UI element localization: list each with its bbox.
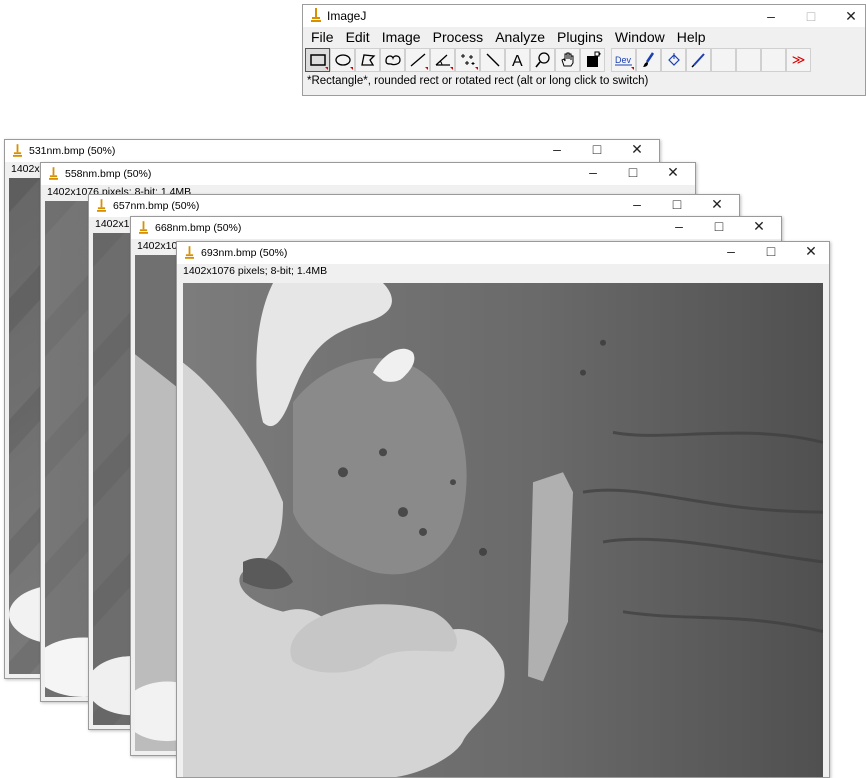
dropdown-marker (425, 67, 428, 70)
minimize-button[interactable]: – (627, 196, 647, 212)
color-picker-tool[interactable] (580, 48, 605, 72)
brush-tool[interactable] (636, 48, 661, 72)
imagej-main-window: ImageJ – □ ✕ File Edit Image Process Ana… (302, 4, 866, 96)
close-button[interactable]: ✕ (707, 196, 727, 213)
dropdown-marker (450, 67, 453, 70)
toolbar-empty-slot[interactable] (736, 48, 761, 72)
window-title: 693nm.bmp (50%) (201, 247, 288, 259)
freehand-tool[interactable] (380, 48, 405, 72)
menu-analyze[interactable]: Analyze (495, 29, 545, 45)
dropper-color-icon (586, 51, 601, 67)
menu-process[interactable]: Process (433, 29, 484, 45)
window-title: 558nm.bmp (50%) (65, 168, 152, 180)
zoom-tool[interactable] (530, 48, 555, 72)
more-tools-button[interactable]: ≫ (786, 48, 811, 72)
toolbar-empty-slot[interactable] (711, 48, 736, 72)
window-title: ImageJ (327, 9, 367, 23)
image-info: 1402x1076 pixels; 8-bit; 1.4MB (183, 265, 328, 277)
maximize-button[interactable]: □ (793, 5, 829, 27)
menu-plugins[interactable]: Plugins (557, 29, 603, 45)
menu-image[interactable]: Image (382, 29, 421, 45)
maximize-button[interactable]: □ (709, 218, 729, 234)
oval-tool[interactable] (330, 48, 355, 72)
polygon-icon (360, 54, 375, 66)
minimize-button[interactable]: – (721, 243, 741, 259)
hand-icon (560, 52, 573, 67)
image-info: 1402x (11, 163, 40, 175)
close-button[interactable]: ✕ (833, 5, 866, 27)
image-info: 1402x10 (137, 240, 178, 252)
maximize-button[interactable]: □ (587, 141, 607, 157)
imagej-logo-icon (49, 167, 58, 180)
menu-edit[interactable]: Edit (346, 29, 370, 45)
menu-help[interactable]: Help (677, 29, 706, 45)
text-icon: A (512, 53, 523, 69)
close-button[interactable]: ✕ (749, 218, 769, 235)
close-button[interactable]: ✕ (801, 243, 821, 260)
imagej-logo-icon (311, 8, 321, 22)
minimize-button[interactable]: – (547, 141, 567, 157)
svg-text:Dev: Dev (615, 55, 632, 65)
maximize-button[interactable]: □ (667, 196, 687, 212)
imagej-logo-icon (139, 221, 148, 234)
hand-tool[interactable] (555, 48, 580, 72)
imagej-logo-icon (13, 144, 22, 157)
window-title: 531nm.bmp (50%) (29, 145, 116, 157)
polygon-tool[interactable] (355, 48, 380, 72)
svg-text:A: A (512, 53, 523, 69)
toolbar: A Dev ≫ (303, 47, 865, 73)
window-title: 668nm.bmp (50%) (155, 222, 242, 234)
minimize-button[interactable]: – (669, 218, 689, 234)
window-title: 657nm.bmp (50%) (113, 200, 200, 212)
magnifier-icon (534, 52, 550, 68)
close-button[interactable]: ✕ (663, 164, 683, 181)
close-button[interactable]: ✕ (627, 141, 647, 158)
minimize-button[interactable]: – (753, 5, 789, 27)
dropdown-marker (350, 67, 353, 70)
image-content (183, 283, 823, 777)
imagej-logo-icon (97, 199, 106, 212)
line-tool[interactable] (405, 48, 430, 72)
wand-tool[interactable] (480, 48, 505, 72)
dropdown-marker (475, 67, 478, 70)
image-window-693nm[interactable]: 693nm.bmp (50%) – □ ✕ 1402x1076 pixels; … (176, 241, 830, 778)
pencil-icon (690, 53, 705, 68)
pencil-tool[interactable] (686, 48, 711, 72)
flood-fill-tool[interactable] (661, 48, 686, 72)
menu-file[interactable]: File (311, 29, 334, 45)
title-bar: 668nm.bmp (50%) – □ ✕ (131, 217, 781, 239)
dev-tool[interactable]: Dev (611, 48, 636, 72)
paintbrush-icon (642, 52, 654, 67)
menu-bar: File Edit Image Process Analyze Plugins … (303, 27, 865, 47)
toolbar-empty-slot[interactable] (761, 48, 786, 72)
title-bar: ImageJ – □ ✕ (303, 5, 865, 27)
title-bar: 531nm.bmp (50%) – □ ✕ (5, 140, 659, 162)
bucket-icon (667, 53, 680, 66)
text-tool[interactable]: A (505, 48, 530, 72)
dropdown-marker (631, 67, 634, 70)
maximize-button[interactable]: □ (761, 243, 781, 259)
image-canvas[interactable] (183, 283, 823, 777)
imagej-logo-icon (185, 246, 194, 259)
title-bar: 558nm.bmp (50%) – □ ✕ (41, 163, 695, 185)
title-bar: 657nm.bmp (50%) – □ ✕ (89, 195, 739, 217)
angle-tool[interactable] (430, 48, 455, 72)
freehand-icon (384, 55, 401, 66)
double-chevron-icon: ≫ (791, 52, 806, 67)
wand-icon (486, 53, 499, 67)
maximize-button[interactable]: □ (623, 164, 643, 180)
point-tool[interactable] (455, 48, 480, 72)
rectangle-tool[interactable] (305, 48, 330, 72)
menu-window[interactable]: Window (615, 29, 665, 45)
minimize-button[interactable]: – (583, 164, 603, 180)
image-info: 1402x1 (95, 218, 130, 230)
status-bar: *Rectangle*, rounded rect or rotated rec… (307, 75, 649, 87)
title-bar: 693nm.bmp (50%) – □ ✕ (177, 242, 829, 264)
dropdown-marker (325, 67, 328, 70)
